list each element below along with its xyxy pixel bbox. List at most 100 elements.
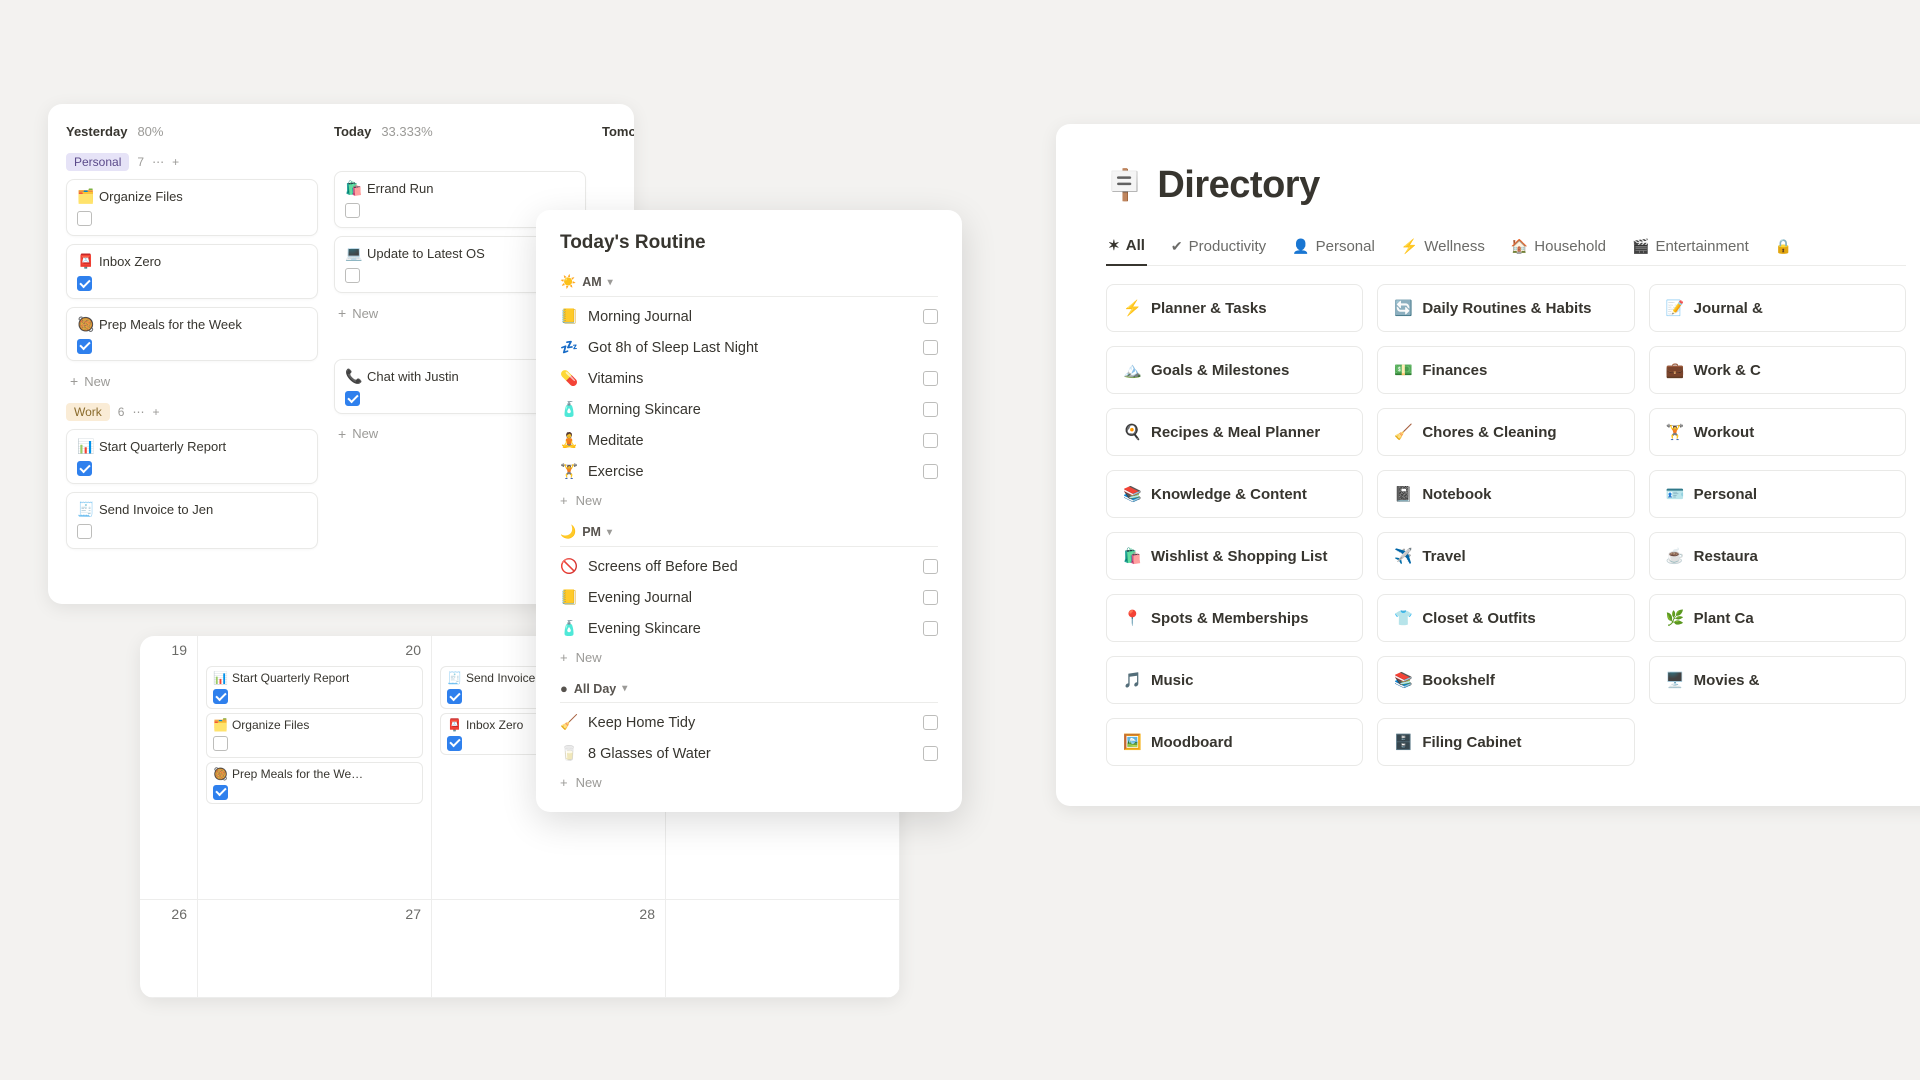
more-icon[interactable]: ⋯ <box>132 405 144 419</box>
checkbox[interactable] <box>213 785 228 800</box>
directory-card[interactable]: 📚Bookshelf <box>1377 656 1634 704</box>
section-header-allday[interactable]: ● All Day ▾ <box>560 675 938 703</box>
routine-item[interactable]: 🧹Keep Home Tidy <box>560 707 938 738</box>
directory-tab[interactable]: ✶All <box>1106 229 1147 266</box>
routine-item[interactable]: 🥛8 Glasses of Water <box>560 738 938 769</box>
routine-item[interactable]: 📒Evening Journal <box>560 582 938 613</box>
item-icon: 💤 <box>560 339 578 356</box>
directory-card[interactable]: 🏔️Goals & Milestones <box>1106 346 1363 394</box>
task-icon: 📞 <box>345 368 361 385</box>
add-new-button[interactable]: +New <box>560 487 938 512</box>
task-card[interactable]: 🧾Send Invoice to Jen <box>66 492 318 549</box>
directory-tab[interactable]: ⚡Wellness <box>1399 230 1487 265</box>
checkbox[interactable] <box>77 461 92 476</box>
directory-card[interactable]: 🏋️Workout <box>1649 408 1906 456</box>
task-card[interactable]: 📊Start Quarterly Report <box>66 429 318 484</box>
directory-tab[interactable]: 🏠Household <box>1509 230 1608 265</box>
routine-item[interactable]: 🧴Evening Skincare <box>560 613 938 644</box>
plus-icon: + <box>560 493 568 508</box>
directory-card[interactable]: 🛍️Wishlist & Shopping List <box>1106 532 1363 580</box>
directory-card[interactable]: ⚡Planner & Tasks <box>1106 284 1363 332</box>
group-header-work[interactable]: Work 6 ⋯ + <box>66 403 318 421</box>
directory-card[interactable]: 🖥️Movies & <box>1649 656 1906 704</box>
calendar-cell[interactable] <box>666 900 900 998</box>
directory-card[interactable]: 🪪Personal <box>1649 470 1906 518</box>
directory-card[interactable]: 🔄Daily Routines & Habits <box>1377 284 1634 332</box>
routine-item[interactable]: 🧘Meditate <box>560 425 938 456</box>
checkbox[interactable] <box>923 340 938 355</box>
checkbox[interactable] <box>923 590 938 605</box>
directory-card[interactable]: 👕Closet & Outfits <box>1377 594 1634 642</box>
checkbox[interactable] <box>923 746 938 761</box>
calendar-cell[interactable]: 27 <box>198 900 432 998</box>
routine-item[interactable]: 🏋️Exercise <box>560 456 938 487</box>
checkbox[interactable] <box>213 736 228 751</box>
checkbox[interactable] <box>923 621 938 636</box>
calendar-cell[interactable]: 28 <box>432 900 666 998</box>
directory-card[interactable]: 🌿Plant Ca <box>1649 594 1906 642</box>
checkbox[interactable] <box>923 464 938 479</box>
checkbox[interactable] <box>923 309 938 324</box>
new-label: New <box>576 650 602 665</box>
routine-item[interactable]: 💤Got 8h of Sleep Last Night <box>560 332 938 363</box>
checkbox[interactable] <box>923 559 938 574</box>
more-icon[interactable]: ⋯ <box>152 155 164 169</box>
directory-card[interactable]: 📝Journal & <box>1649 284 1906 332</box>
directory-tab[interactable]: 🎬Entertainment <box>1630 230 1751 265</box>
checkbox[interactable] <box>77 524 92 539</box>
section-header-pm[interactable]: 🌙 PM ▾ <box>560 518 938 547</box>
calendar-event[interactable]: 🥘Prep Meals for the We… <box>206 762 423 805</box>
checkbox[interactable] <box>213 689 228 704</box>
new-label: New <box>352 306 378 321</box>
checkbox[interactable] <box>447 736 462 751</box>
add-new-button[interactable]: +New <box>560 769 938 794</box>
calendar-cell[interactable]: 20📊Start Quarterly Report🗂️Organize File… <box>198 636 432 900</box>
card-icon: 📓 <box>1394 485 1412 503</box>
directory-card[interactable]: ☕Restaura <box>1649 532 1906 580</box>
calendar-event[interactable]: 📊Start Quarterly Report <box>206 666 423 709</box>
checkbox[interactable] <box>345 268 360 283</box>
add-new-button[interactable]: +New <box>560 644 938 669</box>
directory-card[interactable]: 💵Finances <box>1377 346 1634 394</box>
checkbox[interactable] <box>923 371 938 386</box>
checkbox[interactable] <box>923 715 938 730</box>
routine-item[interactable]: 🚫Screens off Before Bed <box>560 551 938 582</box>
routine-item[interactable]: 💊Vitamins <box>560 363 938 394</box>
section-label: AM <box>582 275 601 289</box>
directory-card[interactable]: 🍳Recipes & Meal Planner <box>1106 408 1363 456</box>
directory-tab[interactable]: 👤Personal <box>1290 230 1377 265</box>
add-new-button[interactable]: +New <box>66 369 318 393</box>
directory-card[interactable]: 🧹Chores & Cleaning <box>1377 408 1634 456</box>
directory-card[interactable]: 🎵Music <box>1106 656 1363 704</box>
directory-card[interactable]: 🖼️Moodboard <box>1106 718 1363 766</box>
task-card[interactable]: 🥘Prep Meals for the Week <box>66 307 318 362</box>
directory-card[interactable]: 💼Work & C <box>1649 346 1906 394</box>
routine-item[interactable]: 🧴Morning Skincare <box>560 394 938 425</box>
directory-tab[interactable]: ✔Productivity <box>1169 230 1268 265</box>
plus-icon[interactable]: + <box>172 155 179 169</box>
directory-tab[interactable]: 🔒 <box>1773 230 1800 265</box>
plus-icon[interactable]: + <box>152 405 159 419</box>
directory-card[interactable]: 📍Spots & Memberships <box>1106 594 1363 642</box>
task-card[interactable]: 🗂️Organize Files <box>66 179 318 236</box>
calendar-cell[interactable]: 26 <box>140 900 198 998</box>
event-name: Send Invoice <box>466 671 535 685</box>
checkbox[interactable] <box>77 339 92 354</box>
checkbox[interactable] <box>345 203 360 218</box>
directory-card[interactable]: ✈️Travel <box>1377 532 1634 580</box>
routine-item[interactable]: 📒Morning Journal <box>560 301 938 332</box>
calendar-cell[interactable]: 19 <box>140 636 198 900</box>
directory-card[interactable]: 📚Knowledge & Content <box>1106 470 1363 518</box>
directory-card[interactable]: 🗄️Filing Cabinet <box>1377 718 1634 766</box>
section-header-am[interactable]: ☀️ AM ▾ <box>560 268 938 297</box>
checkbox[interactable] <box>77 211 92 226</box>
checkbox[interactable] <box>447 689 462 704</box>
calendar-event[interactable]: 🗂️Organize Files <box>206 713 423 758</box>
checkbox[interactable] <box>923 433 938 448</box>
checkbox[interactable] <box>923 402 938 417</box>
checkbox[interactable] <box>77 276 92 291</box>
task-card[interactable]: 📮Inbox Zero <box>66 244 318 299</box>
directory-card[interactable]: 📓Notebook <box>1377 470 1634 518</box>
checkbox[interactable] <box>345 391 360 406</box>
group-header-personal[interactable]: Personal 7 ⋯ + <box>66 153 318 171</box>
